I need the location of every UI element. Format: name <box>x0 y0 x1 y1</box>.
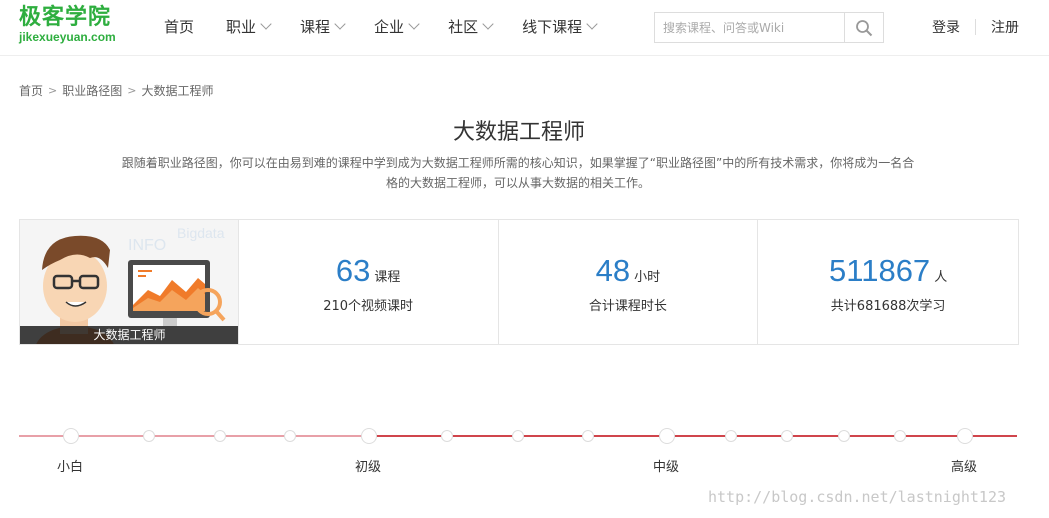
timeline-node-intermediate[interactable] <box>659 428 675 444</box>
learner-count: 511867 <box>829 253 931 288</box>
timeline-node[interactable] <box>143 430 155 442</box>
nav-item-enterprise[interactable]: 企业 <box>374 16 420 37</box>
hours-unit: 小时 <box>634 270 661 285</box>
chevron-right-icon: > <box>127 84 137 97</box>
search-box <box>654 12 884 43</box>
illustration-bigdata-text: Bigdata <box>177 225 225 241</box>
search-button[interactable] <box>844 13 883 42</box>
nav-item-label: 课程 <box>300 18 331 36</box>
chevron-down-icon <box>334 18 346 30</box>
breadcrumb-current: 大数据工程师 <box>141 84 214 98</box>
timeline-node[interactable] <box>284 430 296 442</box>
illustration-caption: 大数据工程师 <box>20 326 238 344</box>
stat-learners: 511867 人 共计681688次学习 <box>758 220 1018 344</box>
timeline-node[interactable] <box>214 430 226 442</box>
timeline-node[interactable] <box>441 430 453 442</box>
level-label-junior: 初级 <box>355 460 382 475</box>
level-label-intermediate: 中级 <box>653 460 680 475</box>
nav-item-career[interactable]: 职业 <box>226 16 272 37</box>
nav-item-label: 社区 <box>448 18 479 36</box>
course-count: 63 <box>335 253 371 288</box>
nav-item-label: 首页 <box>164 18 195 36</box>
register-link[interactable]: 注册 <box>991 17 1019 37</box>
page-description: 跟随着职业路径图，你可以在由易到难的课程中学到成为大数据工程师所需的核心知识，如… <box>118 153 918 193</box>
total-duration-text: 合计课程时长 <box>588 299 667 314</box>
timeline-node[interactable] <box>781 430 793 442</box>
timeline-line-dark <box>369 435 1017 437</box>
nav-item-offline-courses[interactable]: 线下课程 <box>522 16 598 37</box>
timeline-node-beginner[interactable] <box>63 428 79 444</box>
breadcrumb-home[interactable]: 首页 <box>19 82 43 99</box>
stats-panel: INFO Bigdata 大数据工程师 63 课程 210个视频课时 48 小时… <box>19 219 1019 345</box>
search-input[interactable] <box>655 13 844 42</box>
chevron-down-icon <box>586 18 598 30</box>
logo-title: 极客学院 <box>19 5 112 30</box>
nav-item-home[interactable]: 首页 <box>164 16 194 37</box>
career-illustration: INFO Bigdata 大数据工程师 <box>20 220 239 344</box>
logo-subtitle: jikexueyuan.com <box>19 30 116 44</box>
course-unit: 课程 <box>374 270 401 285</box>
career-level-timeline <box>19 428 1019 444</box>
video-hours-text: 210个视频课时 <box>323 299 414 314</box>
breadcrumb: 首页 > 职业路径图 > 大数据工程师 <box>19 82 213 99</box>
chevron-down-icon <box>260 18 272 30</box>
timeline-node[interactable] <box>512 430 524 442</box>
nav-item-label: 企业 <box>374 18 405 36</box>
timeline-node[interactable] <box>838 430 850 442</box>
chevron-down-icon <box>408 18 420 30</box>
page-title: 大数据工程师 <box>452 120 585 145</box>
illustration-info-text: INFO <box>128 237 166 254</box>
search-icon <box>856 19 873 36</box>
site-logo[interactable]: 极客学院 jikexueyuan.com <box>19 5 129 45</box>
timeline-node[interactable] <box>725 430 737 442</box>
description-line: 格的大数据工程师，可以从事大数据的相关工作。 <box>385 176 650 190</box>
learner-unit: 人 <box>934 270 948 285</box>
site-header: 极客学院 jikexueyuan.com 首页 职业 课程 企业 社区 线下课程 <box>0 0 1049 56</box>
divider <box>975 19 976 35</box>
main-nav: 首页 职业 课程 企业 社区 线下课程 <box>164 16 598 37</box>
nav-item-courses[interactable]: 课程 <box>300 16 346 37</box>
login-link[interactable]: 登录 <box>932 17 960 37</box>
timeline-node-junior[interactable] <box>361 428 377 444</box>
chevron-down-icon <box>482 18 494 30</box>
level-label-advanced: 高级 <box>951 460 978 475</box>
nav-item-label: 线下课程 <box>522 18 583 36</box>
stat-hours: 48 小时 合计课程时长 <box>499 220 759 344</box>
nav-item-community[interactable]: 社区 <box>448 16 494 37</box>
chevron-right-icon: > <box>48 84 58 97</box>
breadcrumb-career-path[interactable]: 职业路径图 <box>62 82 122 99</box>
timeline-node[interactable] <box>582 430 594 442</box>
hours-count: 48 <box>595 253 631 288</box>
level-label-beginner: 小白 <box>57 460 84 475</box>
stat-courses: 63 课程 210个视频课时 <box>239 220 499 344</box>
description-line: 跟随着职业路径图，你可以在由易到难的课程中学到成为大数据工程师所需的核心知识，如… <box>121 156 915 170</box>
nav-item-label: 职业 <box>226 18 257 36</box>
timeline-node[interactable] <box>894 430 906 442</box>
watermark-text: http://blog.csdn.net/lastnight123 <box>708 488 1007 506</box>
auth-links: 登录 注册 <box>932 17 1019 37</box>
study-count-text: 共计681688次学习 <box>830 299 946 314</box>
timeline-node-advanced[interactable] <box>957 428 973 444</box>
